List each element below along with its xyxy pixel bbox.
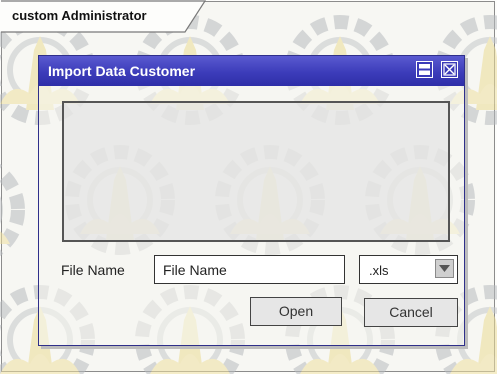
file-name-input[interactable]: File Name [154,255,345,284]
file-name-label: File Name [61,262,125,278]
open-button[interactable]: Open [250,297,342,326]
maximize-icon [419,64,430,75]
close-icon [443,63,456,76]
close-button[interactable] [441,61,458,78]
cancel-button[interactable]: Cancel [364,298,458,327]
panel-tab-label: custom Administrator [12,8,147,23]
dialog-titlebar[interactable]: Import Data Customer [39,56,464,86]
maximize-button[interactable] [416,61,433,78]
dialog-title: Import Data Customer [48,63,196,79]
file-type-value: .xls [369,263,389,278]
file-type-dropdown-button[interactable] [435,259,454,278]
file-browser-area[interactable] [62,101,450,242]
chevron-down-icon [439,265,450,272]
import-dialog: Import Data Customer File Name File Name… [38,55,465,346]
file-type-select[interactable]: .xls [359,255,458,284]
